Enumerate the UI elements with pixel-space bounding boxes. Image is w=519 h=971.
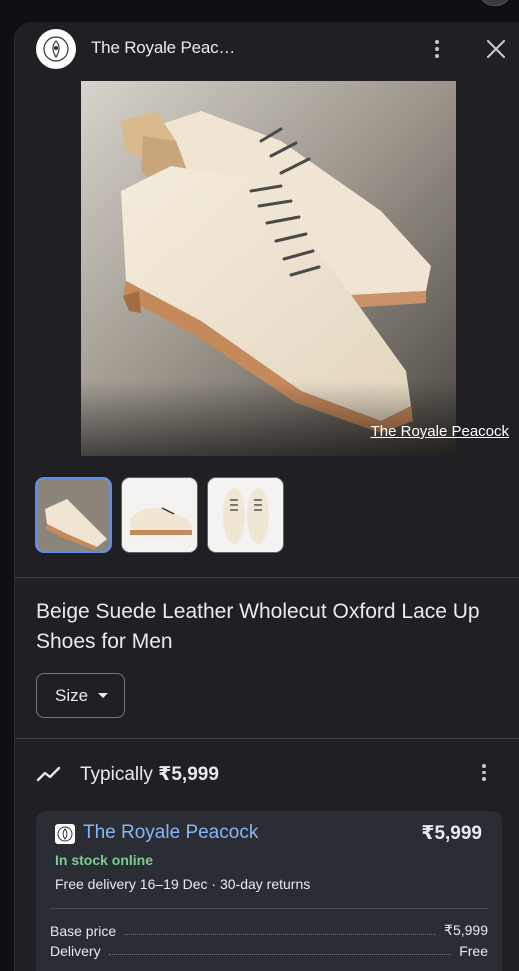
price-line-label: Base price	[50, 923, 117, 939]
store-logo[interactable]	[36, 29, 76, 69]
trend-icon	[36, 766, 61, 782]
section-divider	[15, 577, 519, 578]
seller-logo	[55, 824, 75, 844]
product-title: Beige Suede Leather Wholecut Oxford Lace…	[36, 600, 480, 653]
seller-card[interactable]: The Royale Peacock ₹5,999 In stock onlin…	[36, 811, 502, 971]
seller-name-link[interactable]: The Royale Peacock	[83, 822, 258, 844]
thumbnail-2[interactable]	[121, 477, 198, 553]
section-divider	[15, 738, 519, 739]
thumbnail-1[interactable]	[35, 477, 112, 553]
typical-price-value: ₹5,999	[158, 764, 219, 785]
price-more-options-icon[interactable]	[480, 764, 488, 784]
price-line-value: ₹5,999	[444, 922, 488, 938]
panel-header: The Royale Peac…	[15, 22, 519, 76]
price-line-value: Free	[459, 943, 488, 959]
product-panel: The Royale Peac… The Royale Peacock Beig…	[14, 22, 519, 971]
price-line-label: Delivery	[50, 943, 101, 959]
store-name[interactable]: The Royale Peac…	[91, 38, 235, 58]
dropdown-caret-icon	[98, 693, 109, 698]
price-line-delivery: Delivery Free	[50, 941, 488, 959]
price-line-base: Base price ₹5,999	[50, 921, 488, 939]
product-image[interactable]	[81, 81, 456, 456]
typical-label: Typically	[80, 764, 153, 785]
seller-price: ₹5,999	[421, 823, 482, 844]
typical-price-text: Typically ₹5,999	[80, 763, 219, 786]
size-label: Size	[55, 685, 89, 705]
more-options-icon[interactable]	[427, 37, 447, 61]
size-dropdown[interactable]: Size	[36, 673, 125, 718]
thumbnail-strip	[35, 477, 284, 555]
account-avatar[interactable]	[481, 0, 509, 6]
image-credit-link[interactable]: The Royale Peacock	[371, 423, 509, 440]
delivery-info: Free delivery 16–19 Dec · 30-day returns	[55, 876, 311, 892]
stock-status: In stock online	[55, 852, 154, 868]
typical-price-row: Typically ₹5,999	[36, 760, 496, 788]
close-icon[interactable]	[485, 38, 507, 60]
thumbnail-3[interactable]	[207, 477, 284, 553]
card-divider	[50, 908, 488, 909]
